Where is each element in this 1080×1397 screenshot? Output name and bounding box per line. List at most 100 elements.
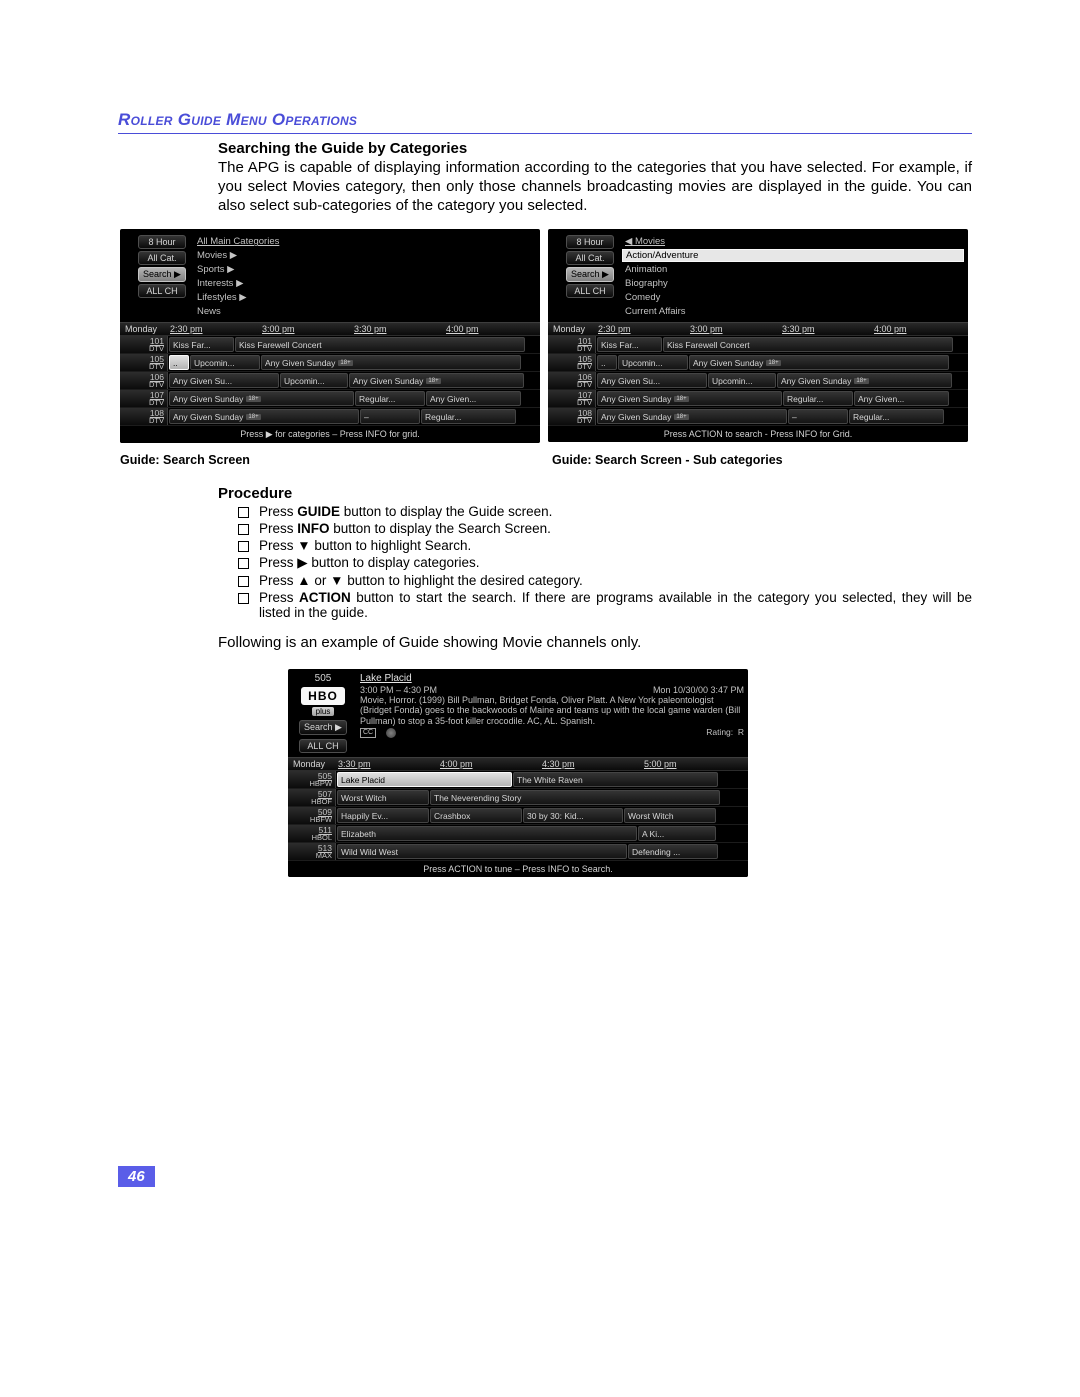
time-slot: 3:00 pm [690, 324, 782, 334]
program-time: 3:00 PM – 4:30 PM [360, 685, 437, 695]
checkbox-icon [238, 541, 249, 552]
menu-item[interactable]: Comedy [622, 291, 964, 304]
channel-cell[interactable]: 511HBOL [288, 825, 336, 842]
section-header: Roller Guide Menu Operations [118, 110, 972, 134]
program-cell[interactable]: Regular... [783, 391, 853, 406]
day-label: Monday [550, 324, 598, 334]
program-cell[interactable]: The White Raven [513, 772, 718, 787]
page-number: 46 [118, 1166, 155, 1187]
procedure-list: Press GUIDE button to display the Guide … [238, 504, 972, 620]
procedure-step: Press ▼ button to highlight Search. [238, 538, 972, 553]
guide-search-subcategories-screen: 8 Hour All Cat. Search ▶ ALL CH ◀ MoviesActi… [548, 229, 968, 442]
program-cell[interactable]: – [360, 409, 420, 424]
sidebar-button[interactable]: 8 Hour [566, 235, 614, 249]
sidebar-button[interactable]: 8 Hour [138, 235, 186, 249]
program-cell[interactable]: Any Given Sunday18+ [349, 373, 524, 388]
program-cell[interactable]: Upcomin... [708, 373, 776, 388]
program-cell[interactable]: Kiss Farewell Concert [663, 337, 953, 352]
program-cell[interactable]: Crashbox [430, 808, 522, 823]
program-cell[interactable]: .. [169, 355, 189, 370]
program-cell[interactable]: Upcomin... [280, 373, 348, 388]
menu-item[interactable]: Sports ▶ [194, 263, 536, 276]
menu-back[interactable]: ◀ Movies [622, 235, 964, 248]
channel-cell[interactable]: 101DTV [120, 336, 168, 353]
program-cell[interactable]: Worst Witch [624, 808, 716, 823]
program-cell[interactable]: Upcomin... [618, 355, 688, 370]
program-cell[interactable]: Regular... [421, 409, 516, 424]
sidebar-button[interactable]: All Cat. [138, 251, 186, 265]
menu-item[interactable]: Biography [622, 277, 964, 290]
program-cell[interactable]: Upcomin... [190, 355, 260, 370]
menu-item[interactable]: Interests ▶ [194, 277, 536, 290]
menu-item[interactable]: News [194, 305, 536, 318]
program-cell[interactable]: Kiss Far... [169, 337, 234, 352]
menu-item[interactable]: Action/Adventure [622, 249, 964, 262]
channel-cell[interactable]: 106DTV [548, 372, 596, 389]
sidebar-button[interactable]: Search ▶ [566, 267, 614, 282]
caption-left: Guide: Search Screen [120, 453, 400, 467]
checkbox-icon [238, 576, 249, 587]
procedure-step: Press GUIDE button to display the Guide … [238, 504, 972, 519]
channel-cell[interactable]: 108DTV [548, 408, 596, 425]
program-cell[interactable]: Regular... [849, 409, 944, 424]
channel-cell[interactable]: 106DTV [120, 372, 168, 389]
channel-cell[interactable]: 507HBOF [288, 789, 336, 806]
footer-hint: Press ACTION to search - Press INFO for … [548, 426, 968, 442]
channel-cell[interactable]: 513MAX [288, 843, 336, 860]
program-cell[interactable]: Any Given Sunday18+ [169, 391, 354, 406]
program-cell[interactable]: Wild Wild West [337, 844, 627, 859]
channel-cell[interactable]: 108DTV [120, 408, 168, 425]
sidebar-button[interactable]: ALL CH [138, 284, 186, 298]
program-cell[interactable]: Any Given Sunday18+ [597, 391, 782, 406]
menu-item[interactable]: All Main Categories [194, 235, 536, 248]
channel-cell[interactable]: 107DTV [120, 390, 168, 407]
program-cell[interactable]: 30 by 30: Kid... [523, 808, 623, 823]
channel-cell[interactable]: 105DTV [120, 354, 168, 371]
checkbox-icon [238, 507, 249, 518]
sidebar-button[interactable]: Search ▶ [138, 267, 186, 282]
menu-item[interactable]: Lifestyles ▶ [194, 291, 536, 304]
procedure-step: Press ▶ button to display categories. [238, 555, 972, 571]
program-cell[interactable]: The Neverending Story [430, 790, 720, 805]
checkbox-icon [238, 558, 249, 569]
program-cell[interactable]: – [788, 409, 848, 424]
channel-cell[interactable]: 509HBFW [288, 807, 336, 824]
menu-item[interactable]: Movies ▶ [194, 249, 536, 262]
sidebar-button[interactable]: ALL CH [566, 284, 614, 298]
channel-cell[interactable]: 105DTV [548, 354, 596, 371]
program-cell[interactable]: Worst Witch [337, 790, 429, 805]
channel-cell[interactable]: 505HBPW [288, 771, 336, 788]
sidebar-button[interactable]: Search ▶ [299, 720, 347, 735]
program-cell[interactable]: Kiss Farewell Concert [235, 337, 525, 352]
program-cell[interactable]: .. [597, 355, 617, 370]
channel-cell[interactable]: 107DTV [548, 390, 596, 407]
time-slot: 2:30 pm [598, 324, 690, 334]
program-cell[interactable]: Any Given Sunday18+ [689, 355, 949, 370]
sidebar-button[interactable]: All Cat. [566, 251, 614, 265]
program-cell[interactable]: A Ki... [638, 826, 716, 841]
program-cell[interactable]: Any Given Sunday18+ [169, 409, 359, 424]
program-cell[interactable]: Elizabeth [337, 826, 637, 841]
day-label: Monday [122, 324, 170, 334]
time-slot: 4:30 pm [542, 759, 644, 769]
rating: Rating: R [706, 728, 744, 738]
caption-right: Guide: Search Screen - Sub categories [552, 453, 783, 467]
program-cell[interactable]: Any Given... [426, 391, 521, 406]
time-slot: 2:30 pm [170, 324, 262, 334]
program-cell[interactable]: Any Given... [854, 391, 949, 406]
program-cell[interactable]: Happily Ev... [337, 808, 429, 823]
program-cell[interactable]: Any Given Sunday18+ [597, 409, 787, 424]
program-cell[interactable]: Lake Placid [337, 772, 512, 787]
program-description: Movie, Horror. (1999) Bill Pullman, Brid… [360, 695, 744, 726]
menu-item[interactable]: Animation [622, 263, 964, 276]
program-cell[interactable]: Defending ... [628, 844, 718, 859]
program-cell[interactable]: Any Given Su... [597, 373, 707, 388]
program-cell[interactable]: Any Given Su... [169, 373, 279, 388]
program-cell[interactable]: Any Given Sunday18+ [261, 355, 521, 370]
menu-item[interactable]: Current Affairs [622, 305, 964, 318]
sidebar-button[interactable]: ALL CH [299, 739, 347, 753]
program-cell[interactable]: Any Given Sunday18+ [777, 373, 952, 388]
channel-cell[interactable]: 101DTV [548, 336, 596, 353]
program-cell[interactable]: Regular... [355, 391, 425, 406]
program-cell[interactable]: Kiss Far... [597, 337, 662, 352]
